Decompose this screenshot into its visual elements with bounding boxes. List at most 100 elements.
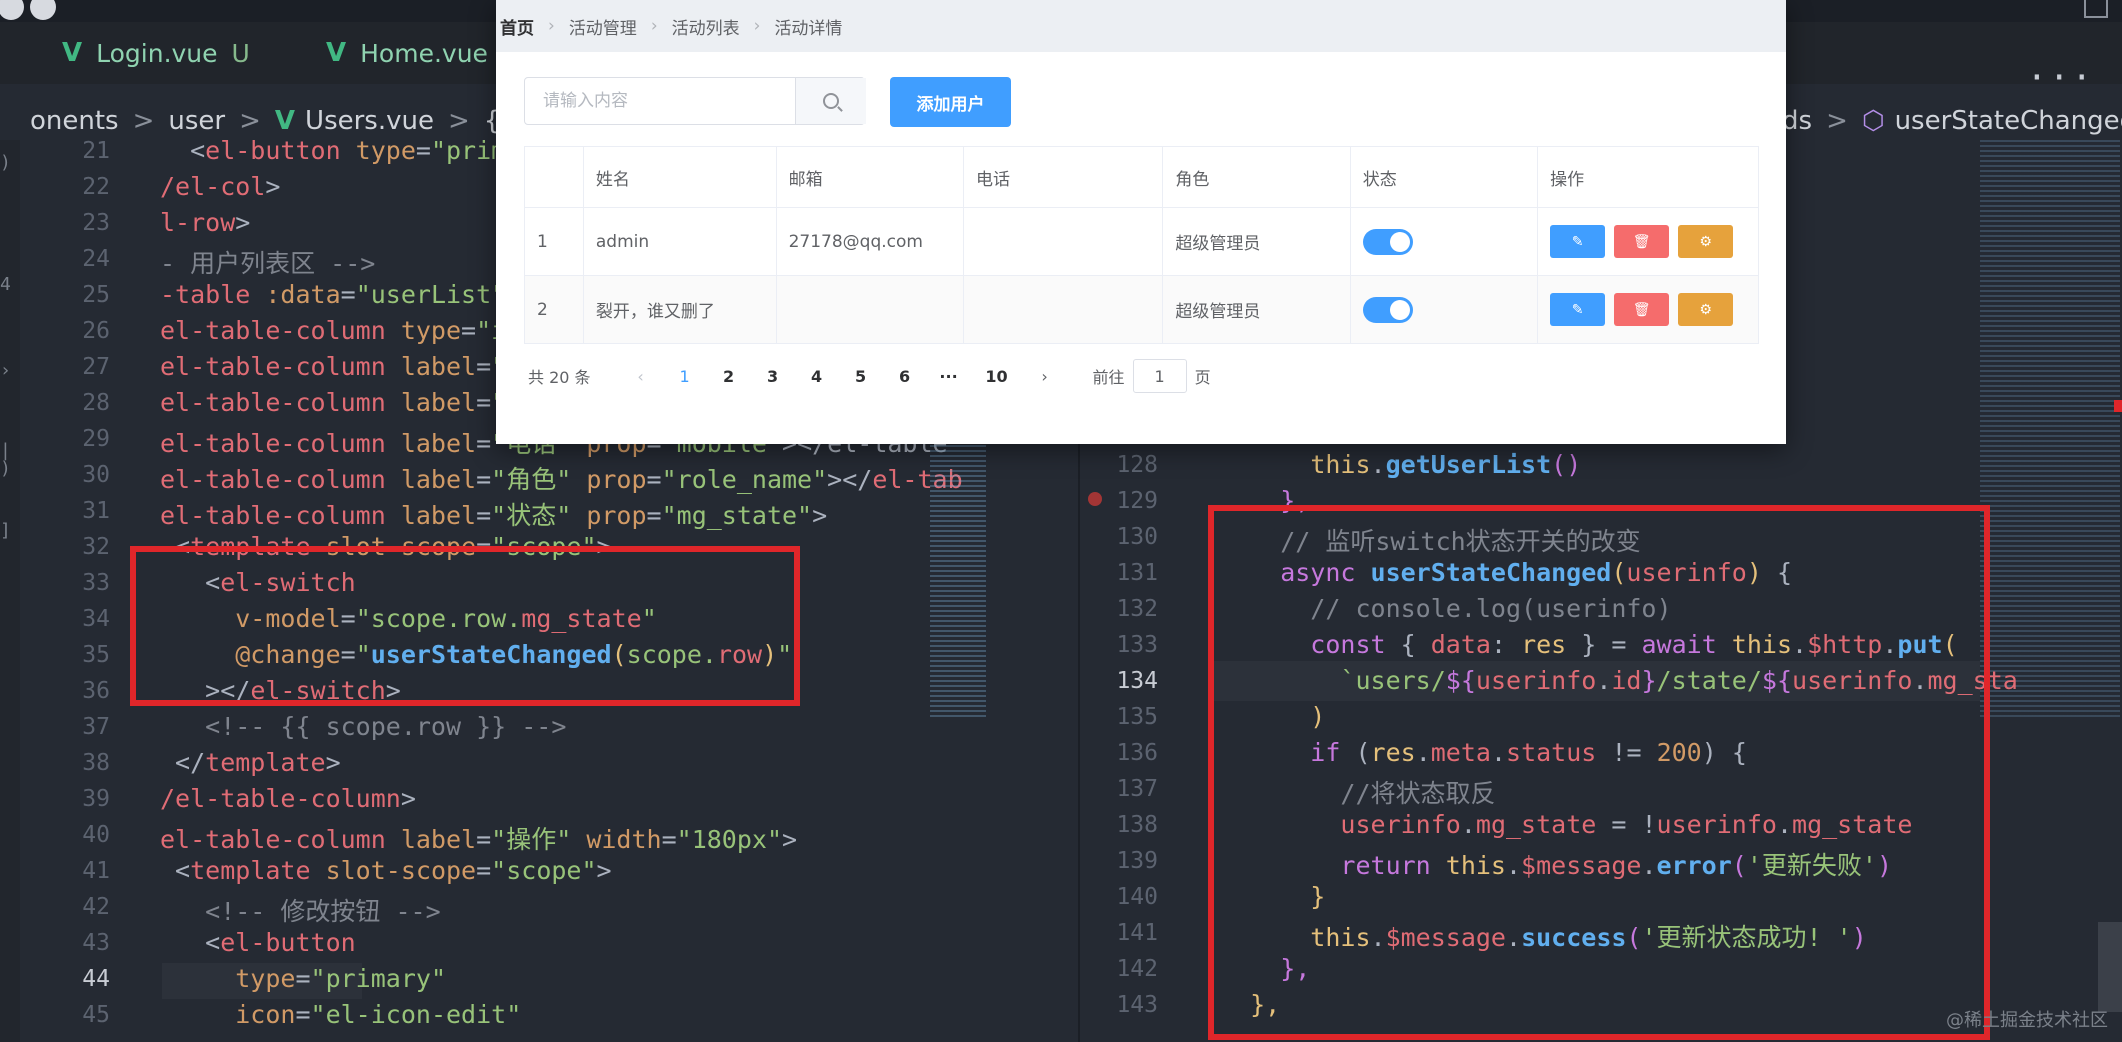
page-ellipsis[interactable]: ··· [927, 367, 971, 386]
code-line[interactable]: /el-table-column> [160, 784, 416, 813]
code-token: slot-scope [310, 856, 477, 885]
page-5[interactable]: 5 [839, 367, 883, 386]
code-line[interactable]: l-row> [160, 208, 250, 237]
app-breadcrumb: 首页 › 活动管理 › 活动列表 › 活动详情 [496, 0, 1786, 52]
code-line[interactable]: - 用户列表区 --> [160, 244, 375, 280]
code-token: el-table-column [160, 429, 386, 458]
next-page-button[interactable]: › [1023, 367, 1067, 386]
code-line[interactable]: this.getUserList() [1220, 450, 1581, 479]
line-number: 131 [1116, 560, 1158, 586]
code-line[interactable]: type="primary" [160, 964, 446, 993]
code-token: . [1370, 450, 1386, 479]
trash-icon: 🗑 [1632, 233, 1651, 250]
code-line[interactable]: -table :data="userList" [160, 280, 506, 309]
code-token: "角色" [491, 465, 572, 494]
method-cube-icon: ⬡ [1861, 106, 1885, 136]
code-line[interactable]: /el-col> [160, 172, 280, 201]
breadcrumb-item[interactable]: Users.vue [305, 106, 434, 136]
code-line[interactable]: el-table-column label=" [160, 352, 506, 381]
code-token: = [646, 465, 662, 494]
code-token: > [265, 172, 281, 201]
code-line[interactable]: <el-button type="prima [160, 136, 521, 165]
code-token: = [415, 136, 431, 165]
page-2[interactable]: 2 [707, 367, 751, 386]
minimap-left[interactable] [930, 420, 986, 720]
line-number: 142 [1116, 956, 1158, 982]
code-token: > [235, 208, 251, 237]
code-line[interactable]: <el-button [160, 928, 356, 957]
cell-index: 1 [524, 207, 584, 276]
state-switch[interactable] [1362, 228, 1413, 255]
gear-icon: ⚙ [1699, 233, 1712, 250]
editor-split-divider[interactable] [1078, 430, 1080, 1042]
state-switch[interactable] [1362, 296, 1413, 323]
code-line[interactable]: el-table-column label="状态" prop="mg_stat… [160, 496, 827, 532]
search-button[interactable] [795, 78, 866, 124]
breadcrumb-item[interactable]: user [168, 106, 225, 136]
code-line[interactable]: <!-- {{ scope.row }} --> [160, 712, 566, 741]
breadcrumb-home[interactable]: 首页 [500, 14, 534, 39]
code-line[interactable]: el-table-column label=" [160, 388, 506, 417]
minimap-right[interactable] [1980, 140, 2120, 720]
settings-button[interactable]: ⚙ [1678, 225, 1734, 258]
settings-button[interactable]: ⚙ [1678, 293, 1734, 326]
page-10[interactable]: 10 [971, 367, 1023, 386]
line-number: 28 [82, 390, 110, 416]
page-4[interactable]: 4 [795, 367, 839, 386]
code-token: /el-table-column [160, 784, 401, 813]
code-token: el-button [205, 136, 341, 165]
code-line[interactable]: el-table-column type="i [160, 316, 506, 345]
line-number: 25 [82, 282, 110, 308]
page-3[interactable]: 3 [751, 367, 795, 386]
column-header: 电话 [962, 146, 1163, 208]
goto-page-input[interactable] [1132, 359, 1187, 393]
code-token: () [1551, 450, 1582, 479]
column-header [524, 146, 584, 208]
code-token: = [476, 465, 492, 494]
line-number: 24 [82, 246, 110, 272]
prev-page-button[interactable]: ‹ [619, 367, 663, 386]
window-close-dot[interactable] [0, 0, 24, 20]
breadcrumb-item[interactable]: onents [30, 106, 119, 136]
editor-scrollbar-thumb[interactable] [2098, 922, 2122, 1012]
chevron-right-icon: › [650, 16, 658, 36]
code-token: l-row [160, 208, 236, 237]
code-token: > [596, 856, 612, 885]
page-6[interactable]: 6 [883, 367, 927, 386]
window-minimize-dot[interactable] [30, 0, 56, 20]
code-line[interactable]: icon="el-icon-edit" [160, 1000, 521, 1029]
search-input[interactable] [525, 78, 795, 124]
line-number: 137 [1116, 776, 1158, 802]
vue-file-icon: V [62, 38, 83, 68]
page-1[interactable]: 1 [663, 367, 707, 386]
delete-button[interactable]: 🗑 [1614, 225, 1670, 258]
code-token: "userList" [355, 280, 507, 309]
code-token: label [385, 388, 477, 417]
delete-button[interactable]: 🗑 [1614, 293, 1670, 326]
cell-email [775, 275, 964, 344]
line-number: 129 [1116, 488, 1158, 514]
line-number: 26 [82, 318, 110, 344]
line-number: 22 [82, 174, 110, 200]
code-token: = [661, 825, 677, 854]
add-user-button[interactable]: 添加用户 [890, 77, 1011, 127]
breadcrumb-item[interactable]: ds [1782, 106, 1812, 136]
code-line[interactable]: <!-- 修改按钮 --> [160, 892, 440, 928]
line-number: 40 [82, 822, 110, 848]
layout-toggle-icon[interactable] [2084, 0, 2108, 18]
tab-home-vue[interactable]: V Home.vue [326, 22, 488, 84]
code-token: = [295, 1000, 311, 1029]
code-token: label [385, 352, 477, 381]
code-token: "role_name" [661, 465, 828, 494]
code-line[interactable]: </template> [160, 748, 341, 777]
watermark: @稀土掘金技术社区 [1946, 1010, 2108, 1031]
code-line[interactable]: el-table-column label="操作" width="180px"… [160, 820, 797, 856]
code-line[interactable]: el-table-column label="角色" prop="role_na… [160, 460, 963, 496]
breadcrumb-item[interactable]: userStateChanged [1895, 106, 2122, 136]
edit-button[interactable]: ✎ [1550, 293, 1606, 326]
tab-login-vue[interactable]: V Login.vue U [62, 22, 250, 84]
code-token: = [340, 280, 356, 309]
code-token: > [400, 784, 416, 813]
edit-button[interactable]: ✎ [1550, 225, 1606, 258]
code-line[interactable]: <template slot-scope="scope"> [160, 856, 612, 885]
